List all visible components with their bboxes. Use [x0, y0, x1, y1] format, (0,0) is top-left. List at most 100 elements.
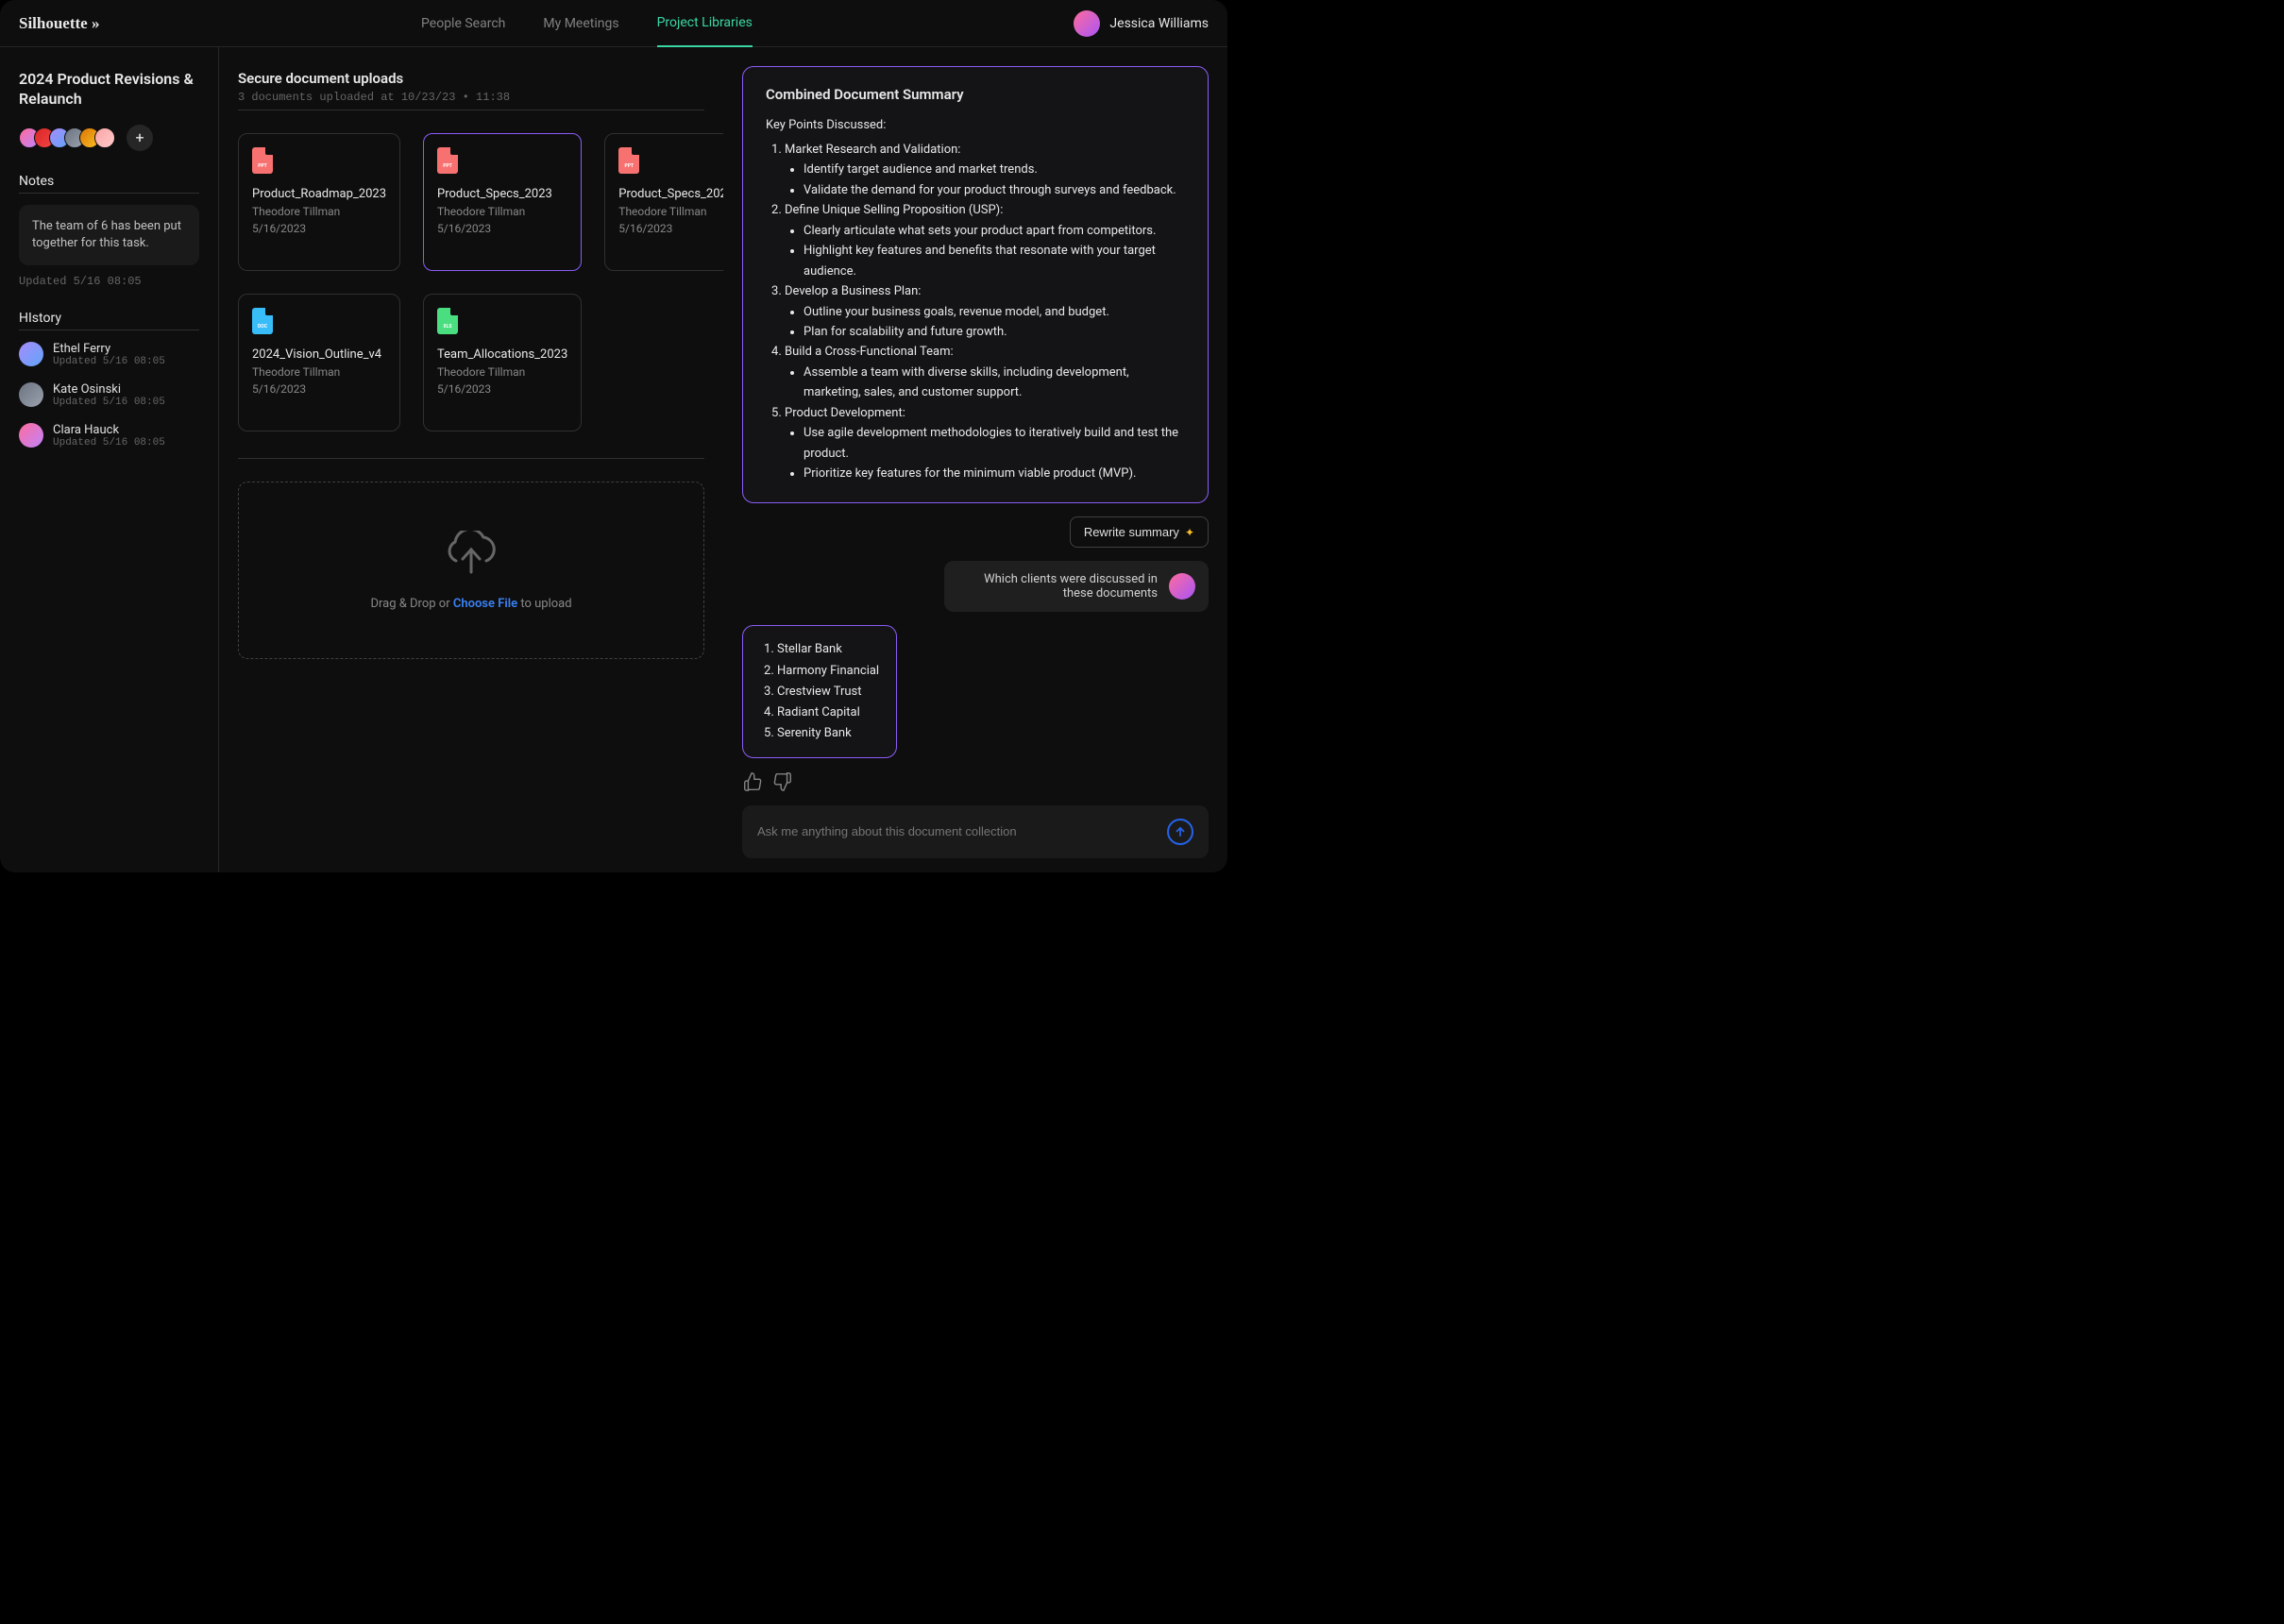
summary-bullet: Identify target audience and market tren…: [804, 160, 1185, 179]
documents-title: Secure document uploads: [238, 70, 704, 87]
add-team-member-button[interactable]: +: [127, 125, 153, 151]
file-ppt-icon: PPT: [252, 147, 273, 174]
summary-point: Define Unique Selling Proposition (USP):…: [785, 200, 1185, 281]
summary-card: Combined Document Summary Key Points Dis…: [742, 66, 1209, 503]
document-date: 5/16/2023: [618, 222, 723, 235]
document-card[interactable]: DOC 2024_Vision_Outline_v4 Theodore Tillma…: [238, 294, 400, 431]
document-card[interactable]: PPT Product_Specs_2023 Theodore Tillman 5/1…: [423, 133, 582, 271]
history-name: Clara Hauck: [53, 423, 165, 437]
nav-people-search[interactable]: People Search: [421, 0, 505, 47]
user-section[interactable]: Jessica Williams: [1074, 10, 1209, 37]
document-name: Product_Specs_2022: [618, 187, 723, 201]
summary-bullet: Assemble a team with diverse skills, inc…: [804, 363, 1185, 403]
summary-bullet: Prioritize key features for the minimum …: [804, 464, 1185, 483]
document-author: Theodore Tillman: [618, 205, 723, 218]
file-ppt-icon: PPT: [618, 147, 639, 174]
summary-point: Market Research and Validation:Identify …: [785, 140, 1185, 200]
document-name: Product_Roadmap_2023: [252, 187, 386, 201]
notes-label: Notes: [19, 174, 199, 189]
nav-project-libraries[interactable]: Project Libraries: [657, 0, 753, 47]
thumbs-down-icon[interactable]: [772, 771, 793, 792]
document-name: Team_Allocations_2023: [437, 347, 567, 362]
document-name: Product_Specs_2023: [437, 187, 567, 201]
summary-title: Combined Document Summary: [766, 86, 1185, 103]
sidebar: 2024 Product Revisions & Relaunch + Note…: [0, 47, 219, 872]
history-item[interactable]: Ethel Ferry Updated 5/16 08:05: [19, 342, 199, 367]
document-author: Theodore Tillman: [437, 365, 567, 379]
user-name: Jessica Williams: [1109, 16, 1209, 31]
note-card[interactable]: The team of 6 has been put together for …: [19, 205, 199, 265]
summary-subtitle: Key Points Discussed:: [766, 118, 1185, 132]
nav: People Search My Meetings Project Librar…: [421, 0, 753, 47]
avatar: [19, 423, 43, 448]
document-card[interactable]: XLS Team_Allocations_2023 Theodore Tillman…: [423, 294, 582, 431]
user-message-text: Which clients were discussed in these do…: [957, 572, 1158, 601]
summary-bullet: Validate the demand for your product thr…: [804, 180, 1185, 200]
summary-bullet: Plan for scalability and future growth.: [804, 322, 1185, 342]
avatar: [1169, 573, 1195, 600]
file-doc-icon: DOC: [252, 308, 273, 334]
document-author: Theodore Tillman: [252, 365, 386, 379]
document-date: 5/16/2023: [252, 382, 386, 396]
feedback-row: [742, 771, 1209, 792]
summary-panel: Combined Document Summary Key Points Dis…: [723, 47, 1227, 872]
summary-point: Product Development:Use agile developmen…: [785, 403, 1185, 484]
history-item[interactable]: Kate Osinski Updated 5/16 08:05: [19, 382, 199, 408]
chat-input[interactable]: [757, 824, 1158, 838]
file-ppt-icon: PPT: [437, 147, 458, 174]
chat-input-row: [742, 805, 1209, 858]
team-avatars: [19, 127, 115, 148]
summary-bullet: Clearly articulate what sets your produc…: [804, 221, 1185, 241]
topbar: Silhouette » People Search My Meetings P…: [0, 0, 1227, 47]
arrow-up-icon: [1174, 825, 1187, 838]
cloud-upload-icon: [442, 531, 500, 578]
document-name: 2024_Vision_Outline_v4: [252, 347, 386, 362]
history-meta: Updated 5/16 08:05: [53, 437, 165, 448]
answer-item: Crestview Trust: [777, 682, 879, 702]
documents-meta: 3 documents uploaded at 10/23/23 • 11:38: [238, 91, 704, 104]
nav-my-meetings[interactable]: My Meetings: [543, 0, 618, 47]
avatar: [19, 342, 43, 366]
document-author: Theodore Tillman: [252, 205, 386, 218]
divider: [238, 458, 704, 459]
team-row: +: [19, 125, 199, 151]
team-avatar[interactable]: [94, 127, 115, 148]
history-name: Kate Osinski: [53, 382, 165, 397]
avatar: [1074, 10, 1100, 37]
answer-list: Stellar BankHarmony FinancialCrestview T…: [760, 639, 879, 743]
send-button[interactable]: [1167, 819, 1193, 845]
choose-file-link[interactable]: Choose File: [453, 597, 517, 611]
history-item[interactable]: Clara Hauck Updated 5/16 08:05: [19, 423, 199, 448]
answer-item: Serenity Bank: [777, 723, 879, 744]
summary-point: Develop a Business Plan:Outline your bus…: [785, 281, 1185, 342]
summary-bullet: Highlight key features and benefits that…: [804, 241, 1185, 281]
documents-panel: Secure document uploads 3 documents uplo…: [219, 47, 723, 872]
user-message: Which clients were discussed in these do…: [944, 561, 1209, 612]
divider: [19, 193, 199, 194]
file-xls-icon: XLS: [437, 308, 458, 334]
document-date: 5/16/2023: [437, 222, 567, 235]
document-date: 5/16/2023: [252, 222, 386, 235]
history-meta: Updated 5/16 08:05: [53, 356, 165, 367]
dropzone-text: Drag & Drop or Choose File to upload: [370, 597, 571, 611]
doc-grid: PPT Product_Roadmap_2023 Theodore Tillman 5…: [238, 133, 704, 431]
document-date: 5/16/2023: [437, 382, 567, 396]
thumbs-up-icon[interactable]: [742, 771, 763, 792]
summary-bullet: Use agile development methodologies to i…: [804, 423, 1185, 464]
document-author: Theodore Tillman: [437, 205, 567, 218]
summary-list: Market Research and Validation:Identify …: [766, 140, 1185, 483]
document-card[interactable]: PPT Product_Roadmap_2023 Theodore Tillman 5…: [238, 133, 400, 271]
answer-card: Stellar BankHarmony FinancialCrestview T…: [742, 625, 897, 757]
rewrite-summary-button[interactable]: Rewrite summary ✦: [1070, 516, 1209, 548]
document-card[interactable]: PPT Product_Specs_2022 Theodore Tillman 5/1…: [604, 133, 723, 271]
project-title: 2024 Product Revisions & Relaunch: [19, 70, 199, 110]
history-meta: Updated 5/16 08:05: [53, 397, 165, 408]
answer-item: Stellar Bank: [777, 639, 879, 660]
upload-dropzone[interactable]: Drag & Drop or Choose File to upload: [238, 482, 704, 659]
summary-point: Build a Cross-Functional Team:Assemble a…: [785, 342, 1185, 402]
answer-item: Radiant Capital: [777, 702, 879, 723]
summary-bullet: Outline your business goals, revenue mod…: [804, 302, 1185, 322]
note-updated-meta: Updated 5/16 08:05: [19, 275, 199, 288]
logo: Silhouette »: [19, 14, 99, 33]
avatar: [19, 382, 43, 407]
